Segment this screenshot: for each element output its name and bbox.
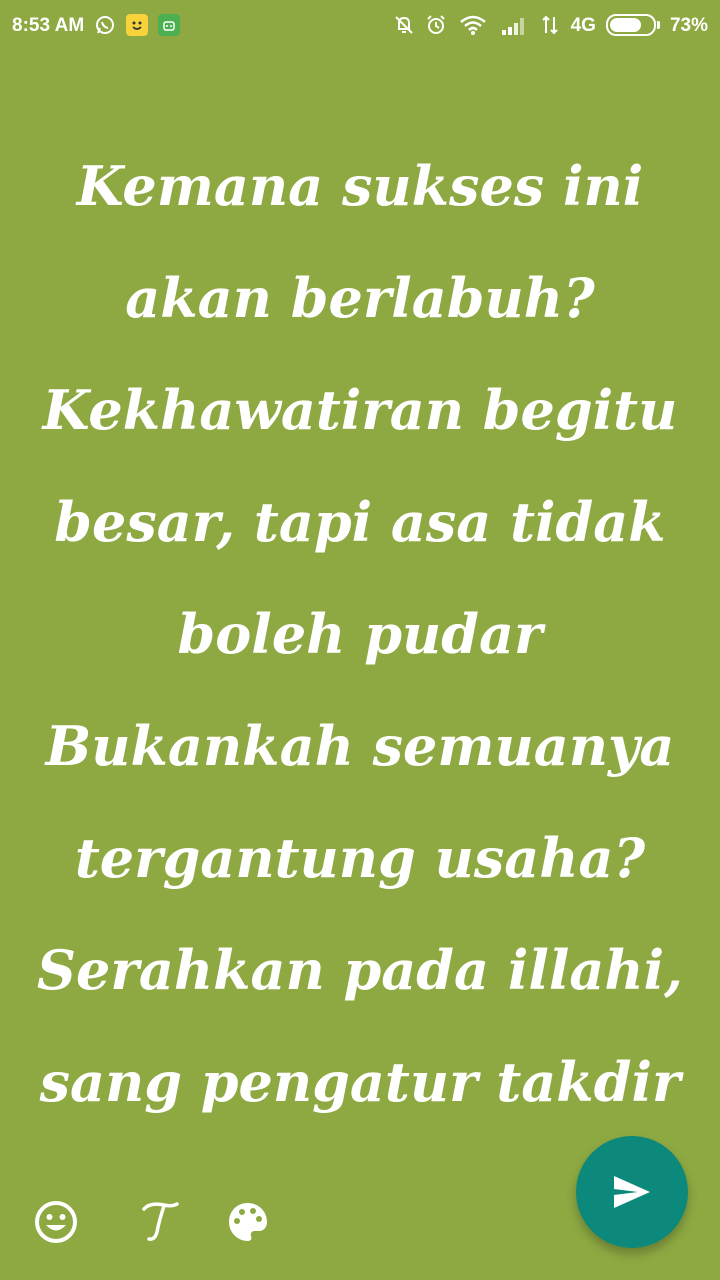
bell-off-icon (393, 14, 415, 36)
send-button[interactable] (576, 1136, 688, 1248)
text-line: Kemana sukses ini (76, 154, 644, 218)
whatsapp-icon (94, 14, 116, 36)
text-line: tergantung usaha? (74, 826, 646, 890)
status-bar-right: 4G 73% (393, 14, 708, 36)
text-line: Kekhawatiran begitu (42, 378, 678, 442)
battery-icon (605, 14, 660, 36)
wifi-icon (457, 14, 489, 36)
battery-fill (609, 18, 641, 32)
text-line: besar, tapi asa tidak (54, 490, 666, 554)
bottom-toolbar (0, 1136, 720, 1280)
status-time: 8:53 AM (12, 14, 85, 36)
color-palette-button[interactable] (224, 1198, 272, 1246)
battery-percent: 73% (669, 14, 708, 36)
yellow-face-app-icon (126, 14, 149, 36)
text-line: boleh pudar (177, 602, 543, 666)
text-line: Serahkan pada illahi, (37, 938, 683, 1002)
palette-icon (229, 1203, 267, 1241)
emoji-button[interactable] (32, 1198, 80, 1246)
signal-icon (499, 14, 529, 36)
status-text-editor[interactable]: Kemana sukses ini akan berlabuh? Kekhawa… (30, 130, 690, 1138)
text-style-icon (142, 1202, 179, 1241)
text-style-button[interactable] (136, 1198, 184, 1246)
text-line: Bukankah semuanya (45, 714, 675, 778)
alarm-icon (425, 14, 447, 36)
text-line: akan berlabuh? (125, 266, 595, 330)
status-bar-left: 8:53 AM (12, 14, 181, 36)
send-icon (614, 1176, 650, 1208)
network-type: 4G (570, 14, 596, 36)
data-arrows-icon (539, 14, 561, 36)
emoji-icon (35, 1201, 77, 1243)
green-app-icon (158, 14, 181, 36)
status-bar: 8:53 AM 4G 73% (0, 0, 720, 50)
text-line: sang pengatur takdir (39, 1050, 681, 1114)
